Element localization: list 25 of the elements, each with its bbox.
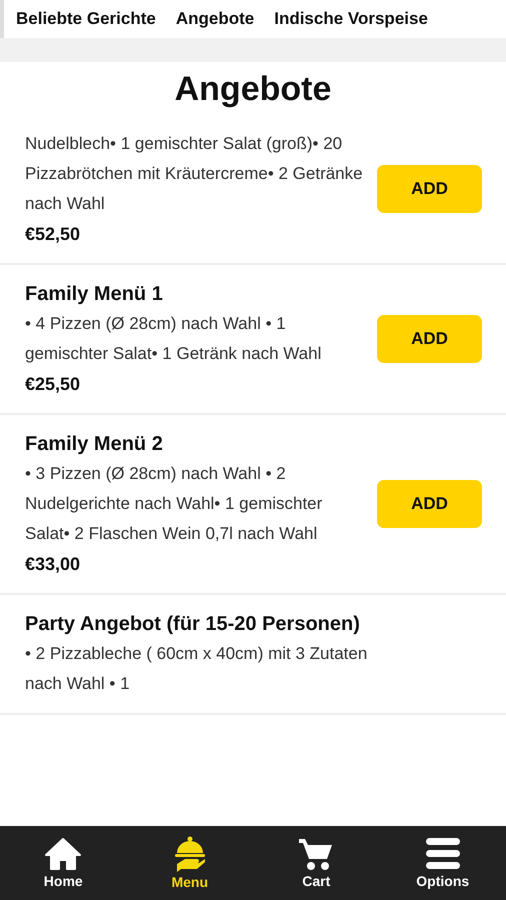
item-description: • 2 Pizzableche ( 60cm x 40cm) mit 3 Zutaten nach Wahl • 1 (25, 643, 368, 695)
cloche-icon (172, 836, 207, 872)
section-title: Angebote (174, 70, 332, 109)
cart-icon (298, 837, 334, 871)
item-description: Nudelblech• 1 gemischter Salat (groß)• 20 Pizzabrötchen mit Kräutercreme• 2 Getränke nach Wahl (25, 133, 364, 215)
item-title: Family Menü 1 (25, 282, 164, 307)
menu-icon (424, 837, 462, 871)
item-price: €33,00 (25, 553, 82, 576)
nav-tab[interactable]: Home (0, 826, 126, 900)
category-tab[interactable]: Beliebte Gerichte (16, 9, 156, 29)
category-tab[interactable]: Angebote (176, 9, 254, 29)
item-description: • 4 Pizzen (Ø 28cm) nach Wahl • 1 gemischter Salat• 1 Getränk nach Wahl (25, 313, 322, 365)
nav-tab[interactable]: Menu (126, 826, 253, 900)
category-tab[interactable]: Indische Vorspeise (274, 9, 428, 29)
nav-tab[interactable]: Cart (253, 826, 380, 900)
nav-tab[interactable]: Options (380, 826, 506, 900)
item-price: €25,50 (25, 373, 82, 396)
add-button[interactable]: ADD (377, 480, 482, 528)
item-price: €52,50 (25, 223, 82, 246)
item-title: Party Angebot (für 15-20 Personen) (25, 612, 361, 637)
item-title: Family Menü 2 (25, 432, 164, 457)
item-description: • 3 Pizzen (Ø 28cm) nach Wahl • 2 Nudelgerichte nach Wahl• 1 gemischter Salat• 2 Flaschen Wein 0,7l nach Wahl (25, 463, 324, 545)
home-icon (44, 837, 82, 871)
add-button[interactable]: ADD (377, 315, 482, 363)
add-button[interactable]: ADD (377, 165, 482, 213)
